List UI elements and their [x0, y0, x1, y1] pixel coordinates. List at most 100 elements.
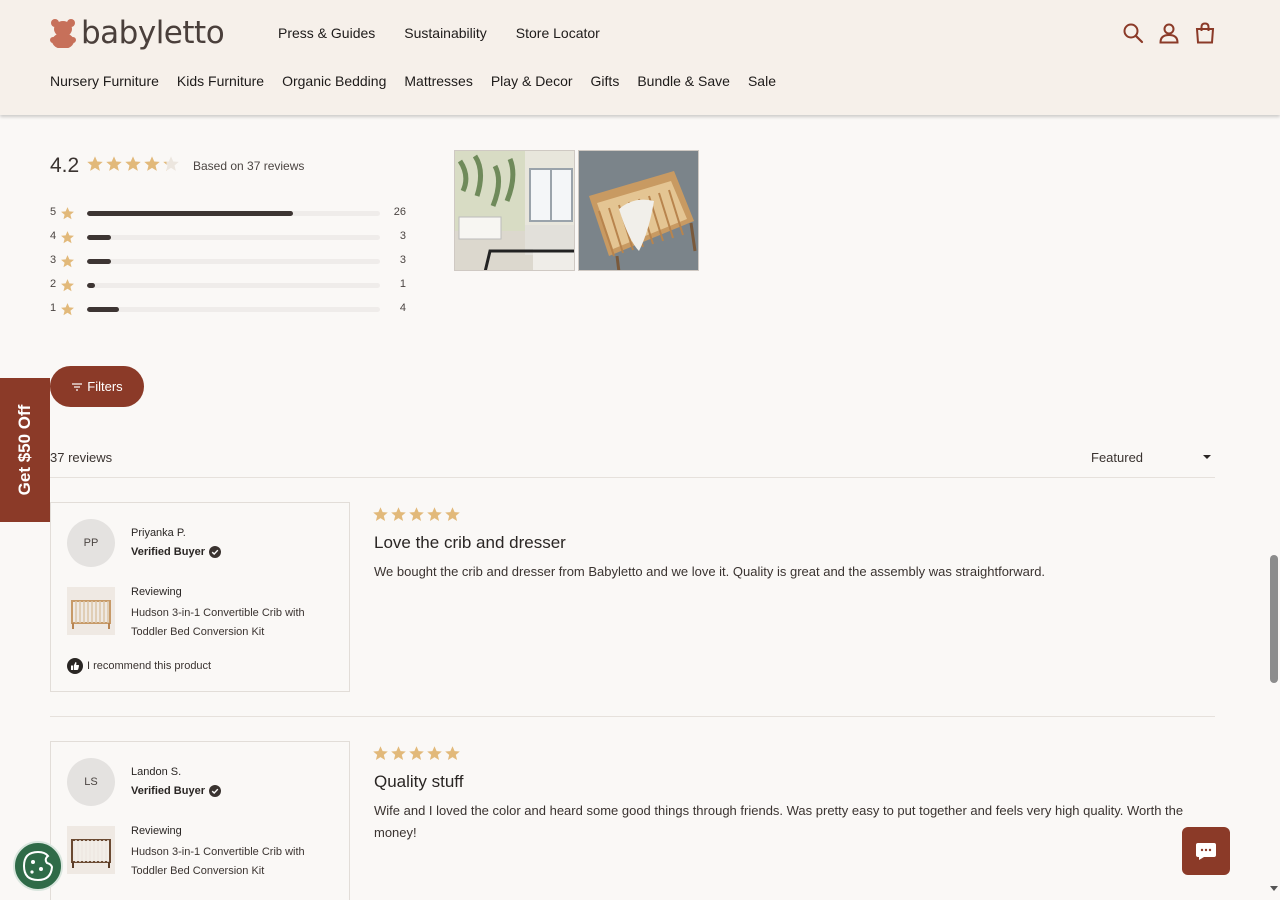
histogram-row-1[interactable]: 14	[50, 302, 410, 318]
top-nav-press-guides[interactable]: Press & Guides	[278, 25, 375, 41]
verified-buyer: Verified Buyer	[131, 785, 221, 797]
star-icon	[61, 279, 74, 292]
star-icon	[163, 156, 179, 171]
sort-selected: Featured	[1091, 450, 1144, 465]
histogram-star-level: 5	[50, 206, 57, 218]
histogram-count: 26	[393, 206, 406, 218]
nav-bundle-save[interactable]: Bundle & Save	[637, 73, 730, 89]
top-nav: Press & Guides Sustainability Store Loca…	[278, 25, 600, 41]
histogram-row-5[interactable]: 5 26	[50, 206, 410, 222]
verified-check-icon	[208, 546, 221, 558]
nav-gifts[interactable]: Gifts	[591, 73, 620, 89]
nav-play-decor[interactable]: Play & Decor	[491, 73, 573, 89]
histogram-star-level: 2	[50, 278, 57, 290]
average-rating: 4.2	[50, 154, 80, 177]
star-icon	[391, 507, 406, 521]
crib-thumbnail-image	[67, 587, 115, 635]
star-icon	[125, 156, 141, 171]
crib-photo-image	[579, 151, 698, 270]
histogram-bar	[87, 235, 380, 240]
histogram-row-2[interactable]: 21	[50, 278, 410, 294]
histogram-count: 1	[399, 278, 406, 290]
star-icon	[87, 156, 103, 171]
product-name-link[interactable]: Hudson 3-in-1 Convertible Crib with Todd…	[131, 604, 341, 642]
star-icon	[144, 156, 160, 171]
star-icon	[61, 255, 74, 268]
histogram-count: 3	[399, 230, 406, 242]
scroll-down-arrow-icon[interactable]	[1270, 886, 1278, 891]
recommend-product: I recommend this product	[67, 658, 211, 674]
page-scrollbar[interactable]	[1270, 555, 1278, 683]
filters-button[interactable]: Filters	[50, 366, 144, 407]
header-icons	[1122, 22, 1216, 44]
review-title: Quality stuff	[374, 772, 464, 791]
reviewer-card: PP Priyanka P. Verified Buyer Reviewing …	[50, 502, 350, 692]
histogram-bar-fill	[87, 307, 119, 312]
based-on-text: Based on 37 reviews	[193, 159, 305, 173]
star-icon	[409, 746, 424, 760]
star-icon	[373, 507, 388, 521]
histogram-count: 3	[399, 254, 406, 266]
star-icon	[61, 207, 74, 220]
chat-button[interactable]	[1182, 827, 1230, 875]
cookie-icon	[22, 850, 54, 882]
filters-label: Filters	[87, 379, 123, 394]
histogram-bar-fill	[87, 211, 293, 216]
avatar: PP	[67, 519, 115, 567]
histogram-bar-fill	[87, 259, 111, 264]
reviewing-label: Reviewing	[131, 825, 182, 837]
nav-sale[interactable]: Sale	[748, 73, 776, 89]
histogram-star-level: 3	[50, 254, 57, 266]
recommend-label: I recommend this product	[87, 660, 212, 672]
logo-text: babyletto	[81, 15, 225, 51]
site-header: babyletto Press & Guides Sustainability …	[0, 0, 1280, 115]
verified-label: Verified Buyer	[131, 546, 205, 558]
product-name-link[interactable]: Hudson 3-in-1 Convertible Crib with Todd…	[131, 843, 341, 881]
product-thumbnail[interactable]	[67, 826, 115, 874]
histogram-bar	[87, 283, 380, 288]
nav-nursery-furniture[interactable]: Nursery Furniture	[50, 73, 159, 89]
filter-icon	[72, 382, 83, 391]
star-icon	[106, 156, 122, 171]
cart-icon[interactable]	[1194, 22, 1216, 44]
chat-bubble-icon	[1196, 843, 1216, 860]
top-nav-store-locator[interactable]: Store Locator	[516, 25, 600, 41]
star-icon	[373, 746, 388, 760]
nav-kids-furniture[interactable]: Kids Furniture	[177, 73, 264, 89]
bear-logo-icon	[50, 19, 76, 48]
review-photo-nursery[interactable]	[454, 150, 575, 271]
histogram-star-level: 4	[50, 230, 57, 242]
average-rating-stars	[86, 155, 180, 173]
review-photo-crib[interactable]	[578, 150, 699, 271]
histogram-row-3[interactable]: 33	[50, 254, 410, 270]
divider	[50, 477, 1215, 478]
histogram-star-level: 1	[50, 302, 57, 314]
account-icon[interactable]	[1158, 22, 1180, 44]
search-icon[interactable]	[1122, 22, 1144, 44]
star-icon	[427, 507, 442, 521]
avatar: LS	[67, 758, 115, 806]
logo[interactable]: babyletto	[50, 14, 225, 52]
reviewer-name: Priyanka P.	[131, 527, 186, 539]
crib-thumbnail-image	[67, 826, 115, 874]
review-rating-stars	[372, 506, 461, 523]
cookie-settings-button[interactable]	[13, 841, 63, 891]
review-rating-stars	[372, 745, 461, 762]
product-thumbnail[interactable]	[67, 587, 115, 635]
thumbs-up-icon	[67, 658, 83, 674]
get-50-off-tab[interactable]: Get $50 Off	[0, 378, 50, 522]
nav-organic-bedding[interactable]: Organic Bedding	[282, 73, 386, 89]
star-icon	[427, 746, 442, 760]
review-body: We bought the crib and dresser from Baby…	[374, 564, 1046, 579]
histogram-count: 4	[399, 302, 406, 314]
verified-label: Verified Buyer	[131, 785, 205, 797]
nav-mattresses[interactable]: Mattresses	[404, 73, 472, 89]
top-nav-sustainability[interactable]: Sustainability	[404, 25, 487, 41]
sort-dropdown[interactable]: Featured	[1091, 450, 1213, 465]
review-title: Love the crib and dresser	[374, 533, 566, 552]
reviewer-name: Landon S.	[131, 766, 182, 778]
nursery-photo-image	[455, 151, 574, 270]
star-icon	[445, 746, 460, 760]
histogram-row-4[interactable]: 43	[50, 230, 410, 246]
star-icon	[61, 303, 74, 316]
